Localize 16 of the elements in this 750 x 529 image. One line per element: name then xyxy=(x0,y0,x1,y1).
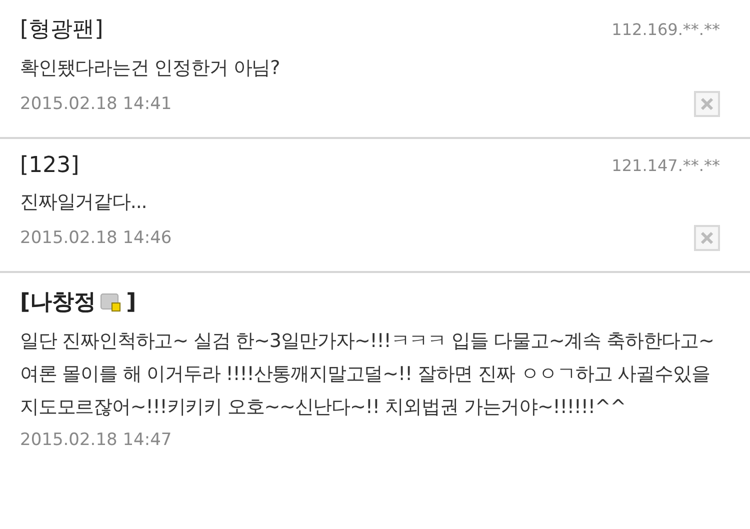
author-name: [나창정 xyxy=(20,289,96,317)
close-icon xyxy=(700,231,714,245)
author-name: [형광팬] xyxy=(20,16,104,44)
delete-button[interactable] xyxy=(694,91,720,117)
ip-address: 112.169.**.** xyxy=(612,20,720,38)
author-bracket: ] xyxy=(126,290,136,314)
comment-text: 확인됐다라는건 인정한거 아님? xyxy=(20,56,281,81)
comment-date: 2015.02.18 14:41 xyxy=(20,94,172,114)
delete-button[interactable] xyxy=(694,225,720,251)
comment-text: 진짜일거같다... xyxy=(20,190,148,215)
ip-address: 121.147.**.** xyxy=(612,156,720,175)
comment-text: 일단 진짜인척하고~ 실검 한~3일만가자~!!!ㅋㅋㅋ 입들 다물고~계속 축하한다고~여론 몰이를 해 이거두라 !!!!산통깨지말고덜~!! 잘하면 진짜 ㅇㅇㄱ하고 사귈수있을지도모르잖어~!!!키키키 오호~~신난다~!! 치외법권 가는거야~!!!!!!^^ xyxy=(20,329,715,420)
author-name: [123] xyxy=(20,153,80,178)
close-icon xyxy=(700,97,714,111)
comment-date: 2015.02.18 14:47 xyxy=(20,430,172,450)
comment-date: 2015.02.18 14:46 xyxy=(20,228,172,248)
